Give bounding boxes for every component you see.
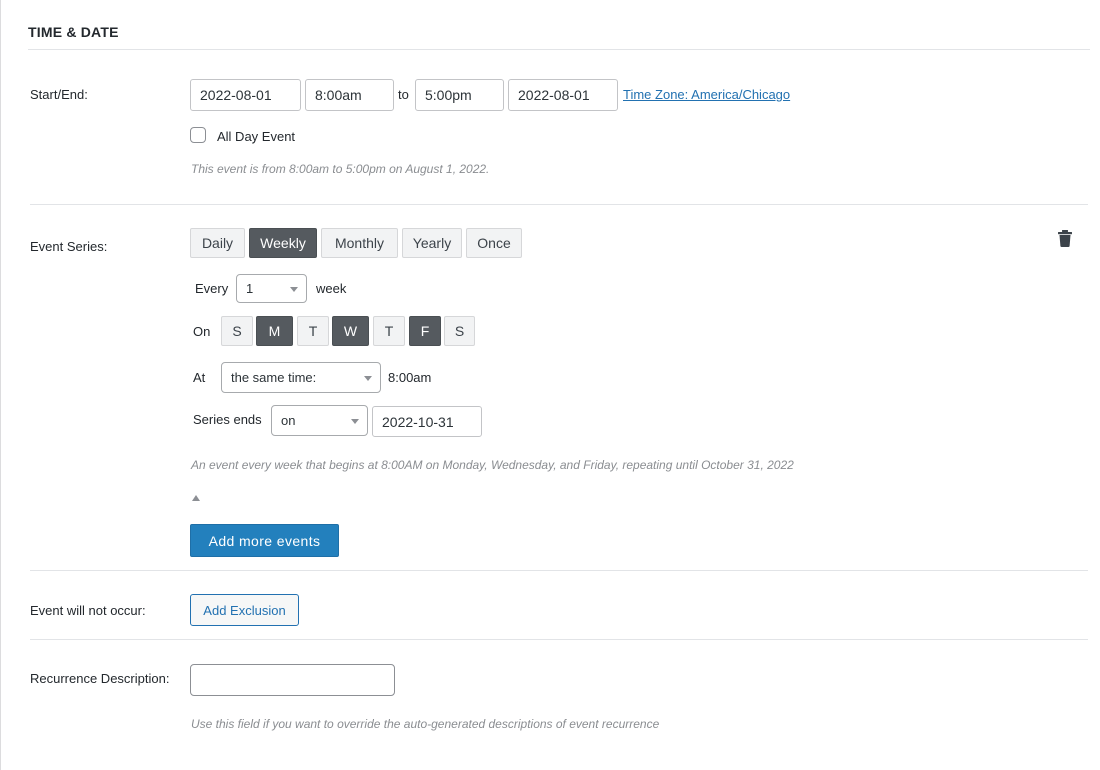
every-select[interactable]: 1	[236, 274, 307, 303]
start-time-field[interactable]: 8:00am	[305, 79, 394, 111]
chevron-down-icon	[290, 286, 298, 292]
day-sunday-button[interactable]: S	[221, 316, 253, 346]
at-select[interactable]: the same time:	[221, 362, 381, 393]
chevron-down-icon	[364, 375, 372, 381]
chevron-down-icon	[351, 418, 359, 424]
end-time-field[interactable]: 5:00pm	[415, 79, 504, 111]
at-time-text: 8:00am	[388, 370, 432, 385]
divider	[30, 639, 1088, 640]
tab-monthly[interactable]: Monthly	[321, 228, 398, 258]
to-text: to	[398, 87, 409, 102]
at-select-value: the same time:	[231, 370, 317, 385]
series-ends-select-value: on	[281, 413, 296, 428]
tab-once[interactable]: Once	[466, 228, 522, 258]
timezone-link[interactable]: Time Zone: America/Chicago	[623, 87, 790, 102]
exclusion-label: Event will not occur:	[30, 603, 146, 618]
every-label: Every	[195, 281, 229, 296]
recurrence-help-text: Use this field if you want to override t…	[191, 717, 660, 731]
divider	[30, 570, 1088, 571]
tab-weekly[interactable]: Weekly	[249, 228, 317, 258]
series-ends-select[interactable]: on	[271, 405, 368, 436]
day-monday-button[interactable]: M	[256, 316, 293, 346]
section-title: TIME & DATE	[28, 24, 119, 40]
on-label: On	[193, 324, 211, 339]
day-tuesday-button[interactable]: T	[297, 316, 329, 346]
tab-yearly[interactable]: Yearly	[402, 228, 462, 258]
start-end-label: Start/End:	[30, 87, 88, 102]
event-summary-text: This event is from 8:00am to 5:00pm on A…	[191, 162, 490, 176]
day-thursday-button[interactable]: T	[373, 316, 405, 346]
every-unit-label: week	[316, 281, 347, 296]
trash-icon[interactable]	[1057, 230, 1073, 247]
series-ends-label: Series ends	[193, 412, 262, 427]
series-summary-text: An event every week that begins at 8:00A…	[191, 458, 794, 472]
start-date-field[interactable]: 2022-08-01	[190, 79, 301, 111]
day-friday-button[interactable]: F	[409, 316, 441, 346]
end-date-field[interactable]: 2022-08-01	[508, 79, 618, 111]
at-label: At	[193, 370, 206, 385]
recurrence-description-input[interactable]	[190, 664, 395, 696]
day-wednesday-button[interactable]: W	[332, 316, 369, 346]
event-series-label: Event Series:	[30, 239, 108, 254]
divider	[30, 204, 1088, 205]
every-select-value: 1	[246, 281, 254, 296]
add-exclusion-button[interactable]: Add Exclusion	[190, 594, 299, 626]
divider	[28, 49, 1090, 50]
recurrence-description-label: Recurrence Description:	[30, 671, 170, 686]
series-end-date-field[interactable]: 2022-10-31	[372, 406, 482, 437]
tab-daily[interactable]: Daily	[190, 228, 245, 258]
all-day-label[interactable]: All Day Event	[217, 129, 295, 144]
panel-left-border	[0, 0, 1, 770]
day-saturday-button[interactable]: S	[444, 316, 475, 346]
collapse-toggle-icon[interactable]	[192, 495, 200, 501]
all-day-checkbox[interactable]	[190, 127, 206, 143]
add-more-events-button[interactable]: Add more events	[190, 524, 339, 557]
